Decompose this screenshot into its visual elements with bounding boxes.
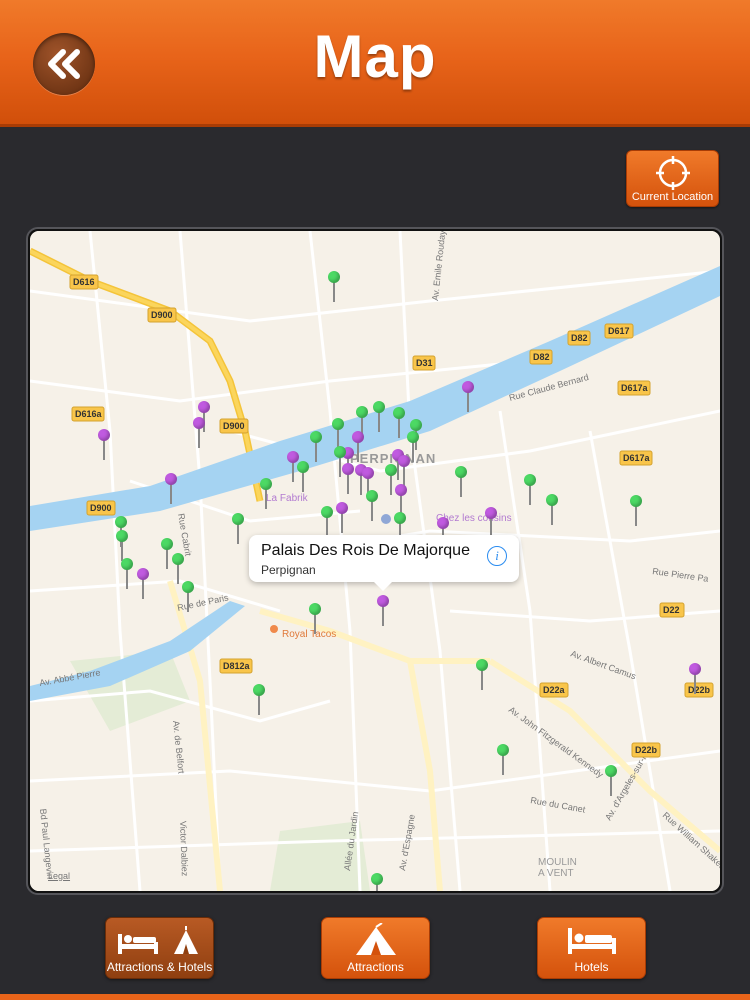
svg-text:D22b: D22b — [635, 745, 658, 755]
poi-label: La Fabrik — [266, 493, 309, 504]
attraction-pin[interactable] — [476, 659, 488, 691]
tab-attractions[interactable]: Attractions — [321, 917, 430, 979]
place-label: MOULIN — [538, 857, 577, 868]
road-shield: D22a — [539, 682, 569, 698]
tab-label: Attractions — [347, 960, 404, 974]
attraction-pin[interactable] — [253, 684, 265, 716]
road-shield: D900 — [219, 418, 249, 434]
hotel-pin[interactable] — [336, 502, 348, 534]
svg-text:D82: D82 — [571, 333, 588, 343]
road-shield: D616a — [71, 406, 105, 422]
road-shield: D617 — [604, 323, 634, 339]
attraction-pin[interactable] — [260, 478, 272, 510]
street-label: Victor Dalbiez — [178, 821, 190, 877]
hotel-pin[interactable] — [462, 381, 474, 413]
bed-icon — [568, 928, 616, 954]
attraction-pin[interactable] — [321, 506, 333, 538]
map-callout[interactable]: Palais Des Rois De Majorque Perpignan i — [249, 535, 519, 591]
attraction-pin[interactable] — [328, 271, 340, 303]
road-shield: D900 — [147, 307, 177, 323]
hotel-pin[interactable] — [377, 595, 389, 627]
bottom-accent-bar — [0, 994, 750, 1000]
attraction-pin[interactable] — [182, 581, 194, 613]
tab-label: Attractions & Hotels — [106, 960, 213, 974]
hotel-pin[interactable] — [193, 417, 205, 449]
road-shield: D616 — [69, 274, 99, 290]
callout-subtitle: Perpignan — [261, 563, 316, 577]
attraction-pin[interactable] — [497, 744, 509, 776]
svg-text:D812a: D812a — [223, 661, 251, 671]
hotel-pin[interactable] — [98, 429, 110, 461]
tab-hotels[interactable]: Hotels — [537, 917, 646, 979]
current-location-label: Current Location — [631, 191, 714, 203]
svg-text:D900: D900 — [223, 421, 245, 431]
road-shield: D617a — [617, 380, 651, 396]
info-icon[interactable]: i — [487, 546, 507, 566]
attraction-pin[interactable] — [121, 558, 133, 590]
road-shield: D82 — [529, 349, 553, 365]
road-shield: D812a — [219, 658, 253, 674]
road-shield: D617a — [619, 450, 653, 466]
svg-text:D900: D900 — [151, 310, 173, 320]
svg-text:D82: D82 — [533, 352, 550, 362]
svg-text:D617a: D617a — [623, 453, 651, 463]
attraction-pin[interactable] — [630, 495, 642, 527]
attraction-pin[interactable] — [373, 401, 385, 433]
svg-text:D617: D617 — [608, 326, 630, 336]
hotel-pin[interactable] — [137, 568, 149, 600]
crosshair-icon — [656, 156, 690, 190]
svg-text:D31: D31 — [416, 358, 433, 368]
hotel-pin[interactable] — [342, 463, 354, 495]
attraction-pin[interactable] — [393, 407, 405, 439]
current-location-button[interactable]: Current Location — [626, 150, 719, 207]
legal-link[interactable]: Legal — [48, 871, 70, 881]
road-shield: D31 — [412, 355, 436, 371]
place-label: A VENT — [538, 868, 574, 879]
callout-title: Palais Des Rois De Majorque — [261, 542, 470, 559]
svg-text:D616a: D616a — [75, 409, 103, 419]
attraction-pin[interactable] — [232, 513, 244, 545]
hotel-pin[interactable] — [689, 663, 701, 695]
road-shield: D22b — [631, 742, 661, 758]
bed-and-tent-icon — [118, 926, 198, 954]
attraction-pin[interactable] — [310, 431, 322, 463]
attraction-pin[interactable] — [455, 466, 467, 498]
header-bar: Map — [0, 0, 750, 127]
attraction-pin[interactable] — [297, 461, 309, 493]
page-title: Map — [313, 23, 437, 90]
road-shield: D22 — [659, 602, 685, 618]
attraction-pin[interactable] — [366, 490, 378, 522]
svg-text:D616: D616 — [73, 277, 95, 287]
tab-attractions-and-hotels[interactable]: Attractions & Hotels — [105, 917, 214, 979]
map-view[interactable]: Av. Emile Roudayre Rue Claude Bernard Ru… — [30, 231, 720, 891]
svg-text:D22: D22 — [663, 605, 680, 615]
attraction-pin[interactable] — [546, 494, 558, 526]
svg-text:D617a: D617a — [621, 383, 649, 393]
tent-icon — [356, 923, 396, 955]
svg-text:D22a: D22a — [543, 685, 566, 695]
attraction-pin[interactable] — [605, 765, 617, 797]
attraction-pin[interactable] — [309, 603, 321, 635]
hotel-pin[interactable] — [165, 473, 177, 505]
tab-label: Hotels — [574, 960, 609, 974]
hotel-pin[interactable] — [398, 455, 410, 487]
attraction-pin[interactable] — [524, 474, 536, 506]
road-shield: D82 — [567, 330, 591, 346]
svg-text:D900: D900 — [90, 503, 112, 513]
road-shield: D900 — [86, 500, 116, 516]
attraction-pin[interactable] — [371, 873, 383, 891]
